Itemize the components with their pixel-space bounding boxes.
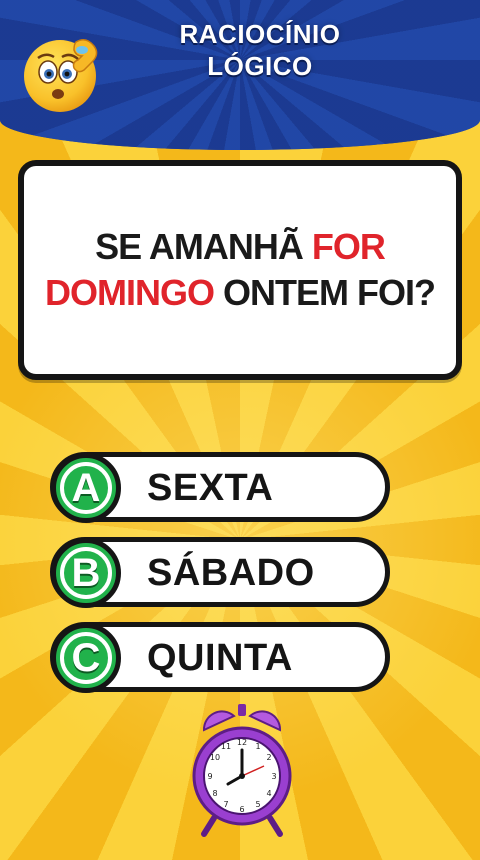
answer-badge-c: C (51, 623, 121, 693)
alarm-clock-icon: 12 12 345 678 91011 (192, 704, 292, 837)
question-part-4: ONTEM FOI? (214, 272, 436, 313)
answer-badge-b: B (51, 538, 121, 608)
answer-option-b[interactable]: B SÁBADO (50, 537, 390, 608)
answer-letter-a: A (60, 462, 112, 514)
confused-face-icon (24, 39, 98, 112)
question-text: SE AMANHÃ FOR DOMINGO ONTEM FOI? (25, 224, 455, 316)
svg-text:2: 2 (266, 753, 271, 762)
answer-letter-b: B (60, 547, 112, 599)
svg-text:12: 12 (237, 738, 247, 747)
svg-text:5: 5 (255, 800, 260, 809)
answer-label-a: SEXTA (147, 467, 274, 509)
answer-label-c: QUINTA (147, 637, 293, 679)
answer-badge-a: A (51, 453, 121, 523)
svg-text:6: 6 (239, 805, 244, 814)
svg-text:11: 11 (221, 742, 231, 751)
answer-letter-c: C (60, 632, 112, 684)
page-title: RACIOCÍNIO LÓGICO (130, 18, 390, 82)
answer-option-c[interactable]: C QUINTA (50, 622, 390, 693)
svg-text:4: 4 (266, 789, 271, 798)
svg-text:9: 9 (207, 772, 212, 781)
answer-option-a[interactable]: A SEXTA (50, 452, 390, 523)
svg-text:10: 10 (210, 753, 220, 762)
svg-text:3: 3 (271, 772, 276, 781)
question-part-1: SE AMANHÃ (95, 226, 312, 267)
svg-text:8: 8 (212, 789, 217, 798)
question-card: SE AMANHÃ FOR DOMINGO ONTEM FOI? (18, 160, 462, 380)
answer-label-b: SÁBADO (147, 552, 315, 594)
svg-text:7: 7 (223, 800, 228, 809)
question-highlight-domingo: DOMINGO (45, 272, 215, 313)
question-highlight-for: FOR (311, 226, 386, 267)
svg-text:1: 1 (255, 742, 260, 751)
title-line-1: RACIOCÍNIO (179, 19, 341, 49)
title-line-2: LÓGICO (207, 51, 313, 81)
